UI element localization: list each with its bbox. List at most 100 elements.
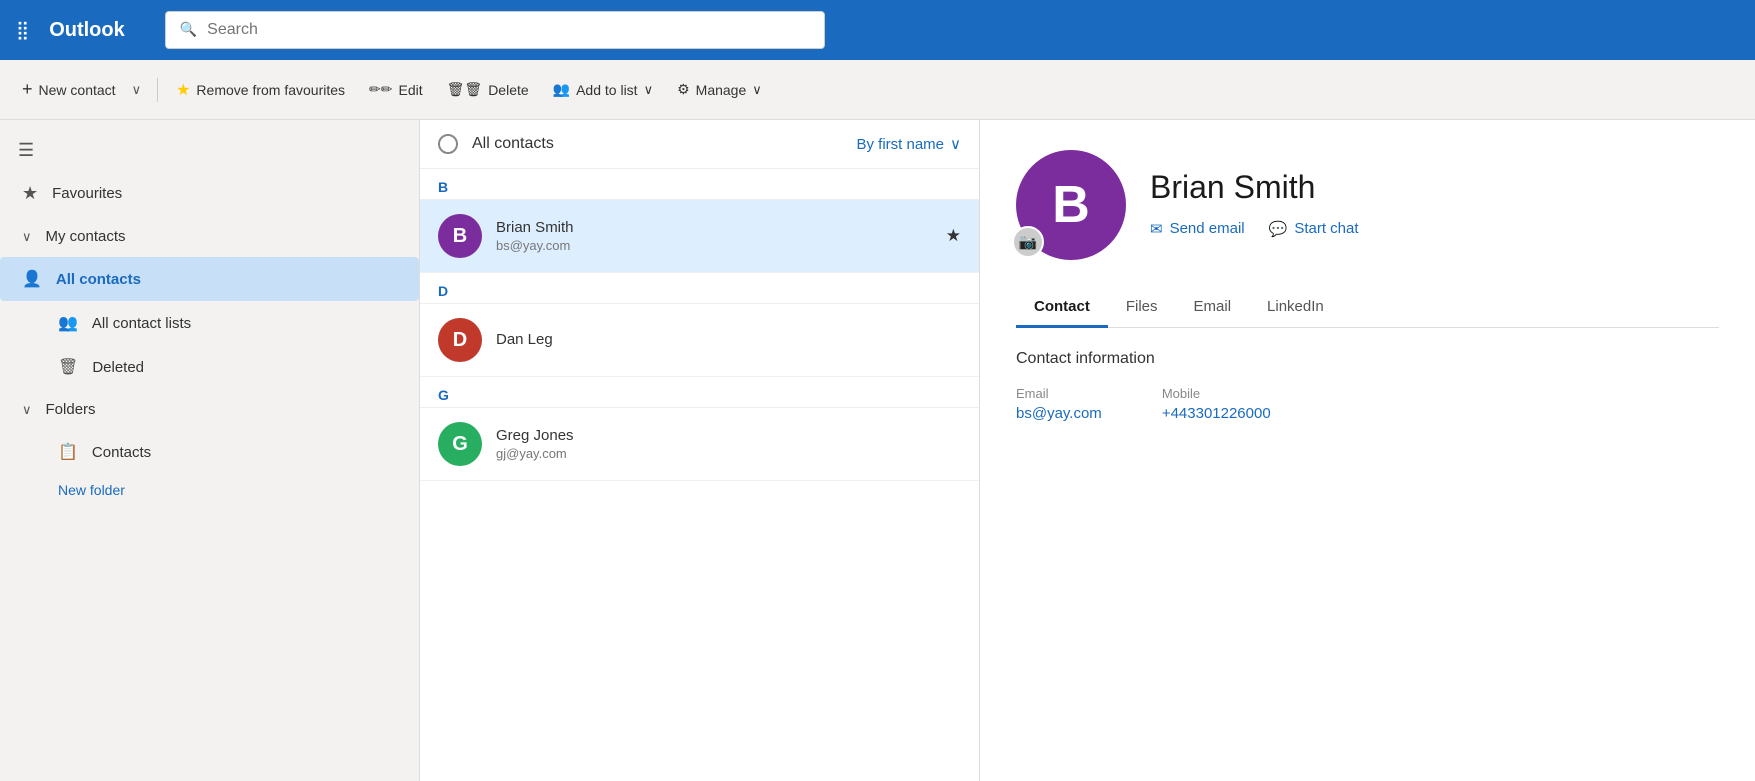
manage-button[interactable]: Manage <box>667 75 772 104</box>
search-bar <box>165 11 825 49</box>
new-folder-link[interactable]: New folder <box>0 474 419 506</box>
contact-name-brian: Brian Smith <box>496 219 932 236</box>
sidebar-deleted-label: Deleted <box>92 359 144 376</box>
person-icon <box>22 269 42 289</box>
section-letter-b: B <box>420 169 979 200</box>
tab-email[interactable]: Email <box>1176 288 1250 328</box>
app-title: Outlook <box>49 19 125 42</box>
search-input[interactable] <box>207 21 810 39</box>
plus-icon <box>22 79 33 100</box>
detail-name-area: Brian Smith ✉ Send email 💬 Start chat <box>1150 169 1719 242</box>
topbar: Outlook <box>0 0 1755 60</box>
add-list-icon <box>553 81 570 98</box>
sidebar-all-contact-lists-label: All contact lists <box>92 315 191 332</box>
trash-icon <box>58 357 78 377</box>
detail-avatar-initials: B <box>1052 175 1090 235</box>
tab-files[interactable]: Files <box>1108 288 1176 328</box>
remove-from-favourites-button[interactable]: Remove from favourites <box>166 74 355 106</box>
tab-contact[interactable]: Contact <box>1016 288 1108 328</box>
edit-button[interactable]: ✏ Edit <box>359 75 433 104</box>
sidebar-my-contacts-label: My contacts <box>46 228 126 245</box>
section-letter-d: D <box>420 273 979 304</box>
contact-info-brian: Brian Smith bs@yay.com <box>496 219 932 253</box>
delete-label: Delete <box>488 82 528 98</box>
contact-item-dan-leg[interactable]: D Dan Leg <box>420 304 979 377</box>
start-chat-label: Start chat <box>1294 220 1358 237</box>
new-contact-label: New contact <box>39 82 116 98</box>
email-icon: ✉ <box>1150 220 1163 238</box>
detail-panel: B 📷 Brian Smith ✉ Send email 💬 Start cha… <box>980 120 1755 781</box>
sidebar-all-contacts-label: All contacts <box>56 271 141 288</box>
all-contacts-label: All contacts <box>472 135 554 153</box>
contact-avatar-brian: B <box>438 214 482 258</box>
new-contact-chevron-button[interactable] <box>124 76 150 104</box>
manage-label: Manage <box>696 82 747 98</box>
chevron-down-icon <box>132 83 142 97</box>
people-icon <box>58 313 78 333</box>
contact-email-brian: bs@yay.com <box>496 238 932 253</box>
chat-icon: 💬 <box>1269 220 1288 238</box>
sidebar-contacts-label: Contacts <box>92 444 151 461</box>
toolbar: New contact Remove from favourites ✏ Edi… <box>0 60 1755 120</box>
sidebar-item-all-contact-lists[interactable]: All contact lists <box>0 301 419 345</box>
contacts-folder-icon <box>58 442 78 462</box>
edit-icon: ✏ <box>369 81 392 98</box>
detail-header: B 📷 Brian Smith ✉ Send email 💬 Start cha… <box>1016 150 1719 260</box>
grid-icon[interactable] <box>16 20 29 41</box>
contact-info-section-title: Contact information <box>1016 350 1719 368</box>
chevron-icon: ∨ <box>22 402 32 418</box>
star-icon <box>176 80 190 100</box>
contact-avatar-dan: D <box>438 318 482 362</box>
mobile-field-label: Mobile <box>1162 386 1271 401</box>
contact-name-dan: Dan Leg <box>496 331 961 348</box>
send-email-button[interactable]: ✉ Send email <box>1150 216 1245 242</box>
select-all-radio[interactable] <box>438 134 458 154</box>
start-chat-button[interactable]: 💬 Start chat <box>1269 216 1359 242</box>
new-contact-button[interactable]: New contact <box>14 73 124 106</box>
sidebar-item-folders[interactable]: ∨ Folders <box>0 389 419 430</box>
edit-label: Edit <box>399 82 423 98</box>
hamburger-icon[interactable]: ☰ <box>0 130 419 171</box>
sidebar-item-my-contacts[interactable]: ∨ My contacts <box>0 216 419 257</box>
add-to-list-button[interactable]: Add to list <box>543 75 663 104</box>
search-icon <box>180 21 197 39</box>
mobile-field-value[interactable]: +443301226000 <box>1162 405 1271 422</box>
contact-item-greg-jones[interactable]: G Greg Jones gj@yay.com <box>420 408 979 481</box>
remove-fav-label: Remove from favourites <box>196 82 345 98</box>
manage-icon <box>677 81 690 98</box>
contact-list-panel: All contacts By first name ∨ B B Brian S… <box>420 120 980 781</box>
new-folder-label: New folder <box>58 482 125 498</box>
contact-name-greg: Greg Jones <box>496 427 961 444</box>
new-contact-group: New contact <box>14 73 149 106</box>
delete-button[interactable]: 🗑 Delete <box>437 75 539 104</box>
sidebar-item-all-contacts[interactable]: All contacts <box>0 257 419 301</box>
sort-chevron-icon: ∨ <box>950 135 961 153</box>
contact-star-brian[interactable]: ★ <box>946 226 961 246</box>
detail-contact-name: Brian Smith <box>1150 169 1719 206</box>
tab-linkedin[interactable]: LinkedIn <box>1249 288 1342 328</box>
detail-actions: ✉ Send email 💬 Start chat <box>1150 216 1719 242</box>
contact-email-greg: gj@yay.com <box>496 446 961 461</box>
contact-item-brian-smith[interactable]: B Brian Smith bs@yay.com ★ <box>420 200 979 273</box>
sort-button[interactable]: By first name ∨ <box>856 135 961 153</box>
add-to-list-label: Add to list <box>576 82 637 98</box>
sidebar-folders-label: Folders <box>46 401 96 418</box>
sidebar-item-deleted[interactable]: Deleted <box>0 345 419 389</box>
email-field-value[interactable]: bs@yay.com <box>1016 405 1102 422</box>
contact-info-dan: Dan Leg <box>496 331 961 350</box>
contact-avatar-greg: G <box>438 422 482 466</box>
toolbar-separator-1 <box>157 78 158 102</box>
sort-label: By first name <box>856 136 944 153</box>
sidebar-item-contacts-folder[interactable]: Contacts <box>0 430 419 474</box>
delete-icon: 🗑 <box>447 81 483 98</box>
add-list-chevron-icon <box>644 81 654 98</box>
contact-list-header: All contacts By first name ∨ <box>420 120 979 169</box>
mobile-field: Mobile +443301226000 <box>1162 386 1271 422</box>
sidebar-item-favourites[interactable]: ★ Favourites <box>0 171 419 216</box>
detail-tabs: Contact Files Email LinkedIn <box>1016 288 1719 328</box>
sidebar-favourites-label: Favourites <box>52 185 122 202</box>
email-field: Email bs@yay.com <box>1016 386 1102 422</box>
contact-list-header-left: All contacts <box>438 134 554 154</box>
camera-icon[interactable]: 📷 <box>1012 226 1044 258</box>
chevron-icon: ∨ <box>22 229 32 245</box>
